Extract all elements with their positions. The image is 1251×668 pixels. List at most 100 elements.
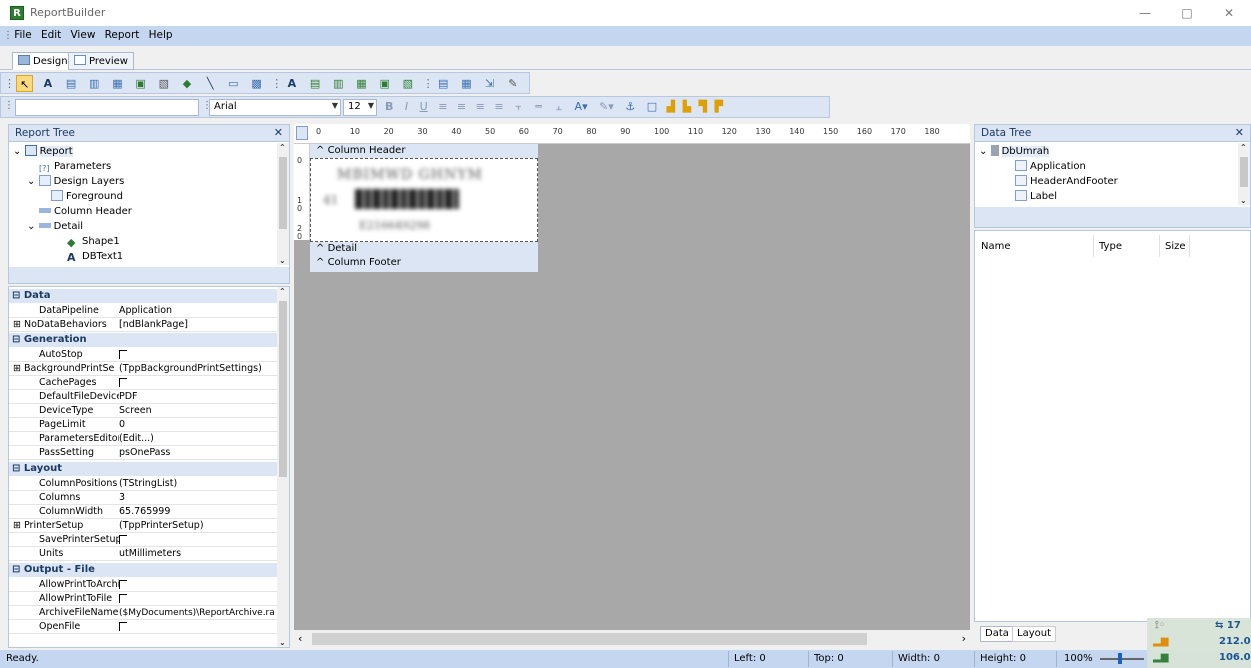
chevron-right-icon[interactable]: › [962,632,966,645]
category-generation[interactable]: ⊟ Generation [9,333,277,347]
design-workspace[interactable]: 0 10 20 30 40 50 60 70 80 90 100 110 120 130 140 150 160… [294,124,970,648]
prop-parameterseditor[interactable]: ParametersEditor (Edit...) [9,432,277,447]
scrollbar-thumb[interactable] [279,301,287,477]
report-tree-scrollbar[interactable]: ⌃ ⌄ [277,143,289,265]
prop-value[interactable]: Screen [119,404,152,418]
prop-cachepages[interactable]: CachePages [9,376,277,391]
anchor-icon[interactable]: ⚓ [625,100,635,113]
prop-printersetup[interactable]: ⊞ PrinterSetup (TppPrinterSetup) [9,519,277,534]
menu-help[interactable]: Help [146,26,176,44]
prop-value[interactable]: 0 [119,418,125,432]
column-header-type[interactable]: Type [1099,241,1122,252]
tab-design[interactable]: Design [12,52,74,70]
menu-report[interactable]: Report [102,26,143,44]
tree-item-column-header[interactable]: Column Header [39,204,132,219]
field-list[interactable]: Name Type Size [974,230,1251,622]
highlight-color-icon[interactable]: ✎▾ [599,100,614,113]
scrollbar-thumb[interactable] [312,633,867,645]
chevron-up-icon[interactable]: ⌃ [279,143,286,152]
tree-item-parameters[interactable]: [?] Parameters [39,159,111,174]
dbrichtext-tool-icon[interactable]: ▥ [330,75,347,92]
close-icon[interactable]: ✕ [274,126,283,139]
paint-tool-icon[interactable]: ✎ [504,75,521,92]
menu-view[interactable]: View [67,26,98,44]
select-pointer-icon[interactable]: ↖ [16,75,34,92]
prop-pagelimit[interactable]: PageLimit 0 [9,418,277,433]
dbtext-tool-icon[interactable]: A [283,75,300,92]
bold-icon[interactable]: B [385,100,393,113]
prop-value[interactable]: Application [119,304,172,318]
calc-tool-icon[interactable]: ▦ [109,75,126,92]
align-center-icon[interactable]: ≡ [457,100,466,113]
prop-value[interactable]: psOnePass [119,446,170,460]
prop-checkbox[interactable] [119,578,127,592]
design-horizontal-scrollbar[interactable]: ‹ › [294,630,970,648]
tree-item-design-layers[interactable]: ⌄ Design Layers [27,174,124,189]
zoom-slider[interactable] [1100,658,1144,660]
image-tool-icon[interactable]: ▣ [132,75,149,92]
font-size-select[interactable]: 12 ▼ [343,99,377,116]
data-tree-item-label[interactable]: Label [1015,189,1057,204]
prop-allowprinttoarchive[interactable]: AllowPrintToArchiv [9,578,277,593]
crosstab-tool-icon[interactable]: ▦ [458,75,475,92]
column-header-band-area[interactable]: MBIMWD GHNYM 41 E216649298 [310,158,538,242]
dbimage-tool-icon[interactable]: ▣ [376,75,393,92]
report-tree-splitter[interactable] [9,267,289,283]
memo-tool-icon[interactable]: ▤ [63,75,80,92]
chevron-up-icon[interactable]: ⌃ [1240,143,1247,152]
prop-archivefilename[interactable]: ArchiveFileName ($MyDocuments)\ReportArch… [9,606,277,621]
tree-item-report[interactable]: ⌄ Report [13,144,73,159]
prop-value[interactable]: (TppBackgroundPrintSettings) [119,362,262,376]
tab-layout[interactable]: Layout [1012,626,1056,642]
prop-defaultfiledevicetype[interactable]: DefaultFileDeviceTPDF [9,390,277,405]
prop-backgroundprintsettings[interactable]: ⊞ BackgroundPrintSe (TppBackgroundPrintSe… [9,362,277,377]
shape-tool-icon[interactable]: ◆ [179,75,196,92]
prop-passsetting[interactable]: PassSetting psOnePass [9,446,277,461]
page-break-tool-icon[interactable]: ⇲ [481,75,498,92]
prop-columns[interactable]: Columns 3 [9,491,277,506]
prop-value[interactable]: (TppPrinterSetup) [119,519,204,533]
align-left-icon[interactable]: ≡ [438,100,447,113]
chevron-left-icon[interactable]: ‹ [298,632,302,645]
region-tool-icon[interactable]: ▭ [225,75,242,92]
align-justify-icon[interactable]: ≡ [494,100,503,113]
data-tree-item-headerandfooter[interactable]: HeaderAndFooter [1015,174,1118,189]
minimize-button[interactable]: — [1130,2,1160,24]
close-button[interactable]: ✕ [1214,2,1244,24]
band-column-header[interactable]: ^ Column Header [310,144,538,158]
align-middle-icon[interactable]: ═ [535,100,542,113]
tab-data[interactable]: Data [980,626,1014,642]
prop-openfile[interactable]: OpenFile [9,620,277,635]
font-name-select[interactable]: Arial ▼ [209,99,341,116]
data-tree-item-application[interactable]: Application [1015,159,1086,174]
prop-value[interactable]: [ndBlankPage] [119,318,188,332]
chevron-down-icon[interactable]: ⌄ [1240,196,1247,205]
category-output-file[interactable]: ⊟ Output - File [9,563,277,577]
tree-item-foreground[interactable]: Foreground [51,189,123,204]
prop-value[interactable]: (Edit...) [119,432,154,446]
dbmemo-tool-icon[interactable]: ▤ [307,75,324,92]
barcode-tool-icon[interactable]: ▧ [155,75,172,92]
zoom-slider-thumb[interactable] [1118,653,1122,664]
menu-file[interactable]: File [11,26,35,44]
underline-icon[interactable]: U [420,100,428,113]
prop-allowprinttofile[interactable]: AllowPrintToFile [9,592,277,607]
prop-checkbox[interactable] [119,376,127,390]
italic-icon[interactable]: I [405,100,408,113]
chart-tool-icon[interactable]: ▩ [248,75,265,92]
prop-checkbox[interactable] [119,348,127,362]
menu-edit[interactable]: Edit [38,26,64,44]
inspector-scrollbar[interactable]: ⌃ ⌄ [277,287,289,647]
tree-item-dbtext1[interactable]: A DBText1 [67,249,123,264]
data-tree-item-root[interactable]: ⌄ DbUmrah [979,144,1050,159]
bring-forward-icon[interactable]: ▜ [699,100,707,113]
align-right-icon[interactable]: ≡ [476,100,485,113]
column-header-size[interactable]: Size [1165,241,1186,252]
prop-units[interactable]: Units utMillimeters [9,547,277,562]
scrollbar-thumb[interactable] [279,157,287,229]
prop-value[interactable]: 65.765999 [119,505,170,519]
close-icon[interactable]: ✕ [1235,126,1244,139]
prop-columnpositions[interactable]: ColumnPositions (TStringList) [9,477,277,492]
prop-saveprintersetup[interactable]: SavePrinterSetup [9,533,277,548]
send-backward-icon[interactable]: ▛ [715,100,723,113]
